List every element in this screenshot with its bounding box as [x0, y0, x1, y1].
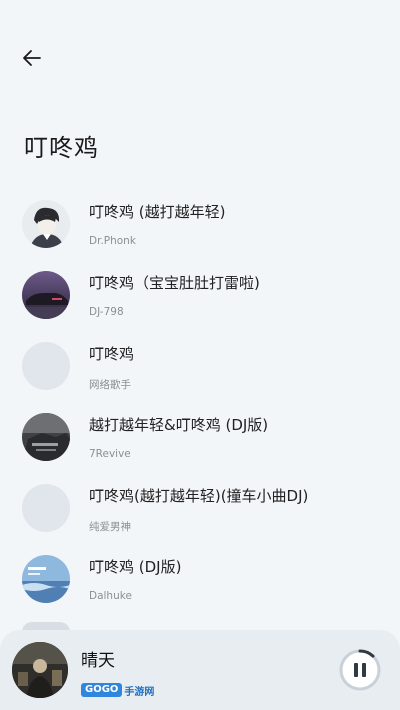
song-artist: 网络歌手 — [89, 379, 131, 391]
song-cover — [22, 555, 70, 603]
page-title: 叮咚鸡 — [24, 134, 99, 162]
song-cover-placeholder — [22, 484, 70, 532]
song-title: 叮咚鸡 (越打越年轻) — [89, 203, 226, 221]
song-artist: DJ-798 — [89, 306, 124, 318]
song-artist: 7Revive — [89, 448, 131, 460]
player-cover — [12, 642, 68, 698]
song-artist: Dalhuke — [89, 590, 132, 602]
song-item[interactable]: 叮咚鸡 (越打越年轻) Dr.Phonk — [0, 190, 400, 261]
arrow-left-icon — [23, 50, 41, 66]
song-artist: 纯爱男神 — [89, 521, 131, 533]
song-artist: Dr.Phonk — [89, 235, 136, 247]
watermark-logo: GOGO 手游网 — [81, 682, 154, 698]
back-button[interactable] — [18, 44, 46, 72]
song-cover — [22, 271, 70, 319]
song-item[interactable]: 叮咚鸡(越打越年轻)(撞车小曲DJ) 纯爱男神 — [0, 474, 400, 545]
song-item[interactable]: 叮咚鸡（宝宝肚肚打雷啦) DJ-798 — [0, 261, 400, 332]
song-cover — [22, 200, 70, 248]
song-title: 叮咚鸡（宝宝肚肚打雷啦) — [89, 274, 260, 292]
song-cover-placeholder — [22, 342, 70, 390]
song-list: 叮咚鸡 (越打越年轻) Dr.Phonk 叮咚鸡（宝宝肚肚打雷啦) DJ-798 — [0, 190, 400, 616]
song-title: 叮咚鸡(越打越年轻)(撞车小曲DJ) — [89, 487, 309, 505]
watermark-text: 手游网 — [124, 686, 155, 698]
watermark-badge: GOGO — [81, 683, 123, 697]
now-playing-title: 晴天 — [81, 651, 115, 671]
song-item[interactable]: 越打越年轻&叮咚鸡 (DJ版) 7Revive — [0, 403, 400, 474]
song-item[interactable]: 叮咚鸡 (DJ版) Dalhuke — [0, 545, 400, 616]
song-cover — [22, 413, 70, 461]
song-title: 越打越年轻&叮咚鸡 (DJ版) — [89, 416, 269, 434]
pause-icon — [339, 649, 381, 691]
song-title: 叮咚鸡 (DJ版) — [89, 558, 182, 576]
song-title: 叮咚鸡 — [89, 345, 135, 363]
song-item[interactable]: 叮咚鸡 网络歌手 — [0, 332, 400, 403]
pause-button[interactable] — [338, 648, 382, 692]
